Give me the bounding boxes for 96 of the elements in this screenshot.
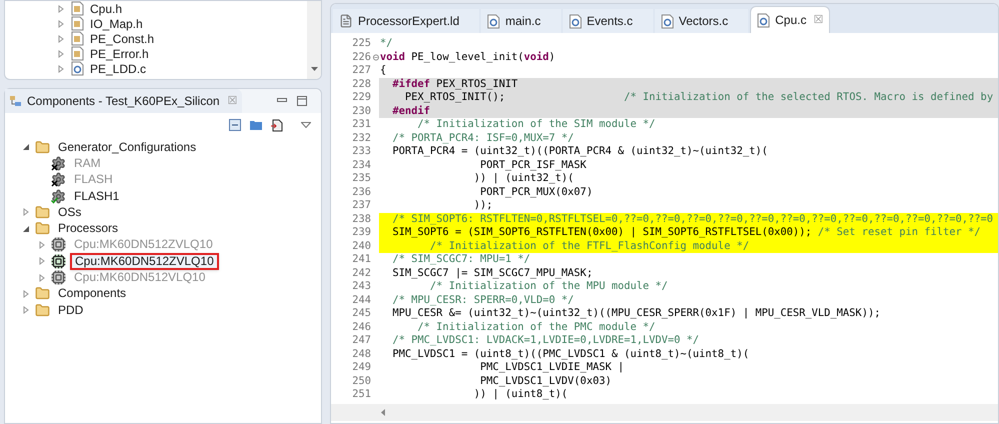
minimize-icon[interactable] bbox=[277, 98, 287, 104]
editor-tab[interactable]: main.c bbox=[481, 9, 561, 33]
collapse-arrow-icon[interactable] bbox=[22, 143, 30, 152]
components-icon bbox=[9, 95, 23, 107]
file-item[interactable]: IO_Map.h bbox=[90, 14, 143, 32]
file-item[interactable]: PE_Const.h bbox=[90, 30, 154, 48]
code-line: /* MPU_CESR: SPERR=0,VLD=0 */ bbox=[392, 294, 575, 307]
code-line: MPU_CESR &= (uint32_t)~(uint32_t)((MPU_CESR_SPERR(0x1F) | MPU_CESR_VLD_MASK)); bbox=[392, 307, 882, 320]
scroll-down-icon[interactable] bbox=[310, 67, 318, 71]
line-number: 236 bbox=[351, 186, 372, 199]
source-file-icon bbox=[487, 14, 500, 28]
line-number: 239 bbox=[351, 226, 372, 240]
line-number: 229 bbox=[351, 91, 372, 104]
line-number: 232 bbox=[351, 132, 372, 145]
editor-tab[interactable]: Vectors.c bbox=[654, 9, 748, 33]
tree-item[interactable]: OSs bbox=[54, 204, 86, 221]
collapse-all-icon[interactable] bbox=[229, 119, 241, 131]
code-line: /* Initialization of the MPU module */ bbox=[429, 280, 669, 294]
line-number: 249 bbox=[351, 361, 372, 374]
tree-item[interactable]: Components bbox=[54, 285, 130, 302]
collapse-arrow-icon[interactable] bbox=[22, 224, 30, 233]
header-file-icon bbox=[71, 31, 84, 46]
code-line: PORT_PCR_MUX(0x07) bbox=[479, 186, 594, 199]
line-number: 234 bbox=[351, 158, 372, 172]
header-file-icon bbox=[71, 16, 84, 31]
tree-item[interactable]: FLASH1 bbox=[70, 188, 124, 205]
code-line: PMC_LVDSC1 = (uint8_t)((PMC_LVDSC1 & (uint8_t)~(uint8_t)( bbox=[392, 348, 750, 361]
line-number: 228 bbox=[351, 78, 372, 91]
source-file-icon bbox=[71, 61, 84, 76]
line-number: 246 bbox=[351, 320, 372, 334]
folder-icon bbox=[35, 286, 50, 302]
code-line: */ bbox=[379, 37, 394, 50]
folder-icon bbox=[35, 221, 50, 236]
code-line: PMC_LVDSC1_LVDV(0x03) bbox=[479, 374, 612, 388]
scroll-left-icon[interactable] bbox=[381, 409, 385, 416]
code-line: PORTA_PCR4 = (uint32_t)((PORTA_PCR4 & (uint32_t)~(uint32_t)( bbox=[392, 145, 769, 158]
code-line: PMC_LVDSC1_LVDIE_MASK | bbox=[479, 361, 625, 374]
code-line: )) | (uint8_t)( bbox=[472, 388, 569, 402]
editor-tab[interactable]: ProcessorExpert.ld bbox=[333, 9, 480, 33]
document-icon[interactable] bbox=[271, 118, 283, 132]
folder-icon[interactable] bbox=[249, 119, 263, 131]
view-menu-icon[interactable] bbox=[301, 122, 311, 128]
line-number: 250 bbox=[351, 374, 372, 388]
code-line: { bbox=[379, 64, 388, 78]
panel-title: Components - Test_K60PEx_Silicon bbox=[27, 93, 220, 110]
code-line: )) | (uint32_t)( bbox=[472, 172, 575, 186]
text-file-icon bbox=[339, 14, 353, 28]
maximize-icon[interactable] bbox=[297, 96, 307, 106]
horizontal-scrollbar[interactable] bbox=[331, 404, 998, 421]
line-number: 244 bbox=[351, 294, 372, 307]
editor-tab[interactable]: Events.c bbox=[562, 9, 653, 33]
line-number: 247 bbox=[351, 334, 372, 348]
line-number: 248 bbox=[351, 348, 372, 361]
code-line: /* Initialization of the SIM module */ bbox=[416, 118, 656, 132]
file-item[interactable]: PE_Error.h bbox=[90, 44, 149, 62]
folder-icon bbox=[35, 302, 50, 318]
file-item[interactable]: Cpu.h bbox=[90, 1, 122, 18]
line-number: 242 bbox=[351, 266, 372, 280]
fold-icon[interactable] bbox=[373, 54, 379, 61]
line-number: 233 bbox=[351, 145, 372, 158]
folder-icon bbox=[35, 140, 50, 155]
line-number: 235 bbox=[351, 172, 372, 186]
header-file-icon bbox=[71, 46, 84, 61]
editor-tab[interactable]: Cpu.c ☒ bbox=[750, 6, 830, 33]
source-file-icon bbox=[568, 14, 582, 28]
expand-arrow-icon[interactable] bbox=[22, 208, 30, 216]
file-item[interactable]: PE_LDD.c bbox=[90, 60, 146, 78]
code-line: /* PORTA_PCR4: ISF=0,MUX=7 */ bbox=[392, 132, 575, 145]
code-line: /* SIM_SCGC7: MPU=1 */ bbox=[392, 253, 532, 266]
tree-item[interactable]: Processors bbox=[54, 220, 122, 238]
line-number: 241 bbox=[351, 253, 372, 266]
code-line: void PE_low_level_init(void) bbox=[379, 50, 556, 64]
line-number: 243 bbox=[351, 280, 372, 294]
tree-item[interactable]: PDD bbox=[54, 302, 88, 319]
line-number: 230 bbox=[351, 104, 372, 118]
tree-item[interactable]: Cpu:MK60DN512ZVLQ10 bbox=[70, 252, 219, 270]
code-line: )); bbox=[472, 199, 494, 212]
code-line: /* Initialization of the PMC module */ bbox=[416, 320, 656, 334]
line-number: 231 bbox=[351, 118, 372, 132]
source-file-icon bbox=[757, 12, 770, 28]
line-number: 251 bbox=[351, 388, 372, 402]
line-number: 245 bbox=[351, 307, 372, 320]
line-number: 225 bbox=[351, 37, 372, 50]
source-file-icon bbox=[660, 14, 674, 28]
panel-tab[interactable]: Components - Test_K60PEx_Silicon ☒ bbox=[5, 89, 242, 113]
line-number: 238 bbox=[351, 212, 372, 226]
folder-icon bbox=[35, 204, 50, 220]
vertical-scrollbar[interactable] bbox=[307, 1, 321, 79]
code-line: SIM_SCGC7 |= SIM_SCGC7_MPU_MASK; bbox=[392, 266, 594, 280]
line-number: 240 bbox=[351, 240, 372, 253]
line-number: 237 bbox=[351, 199, 372, 212]
code-line: /* PMC_LVDSC1: LVDACK=1,LVDIE=0,LVDRE=1,LVDV=0 */ bbox=[392, 334, 700, 348]
line-number: 226 bbox=[351, 50, 372, 64]
code-line: PORT_PCR_ISF_MASK bbox=[479, 158, 588, 172]
line-number: 227 bbox=[351, 64, 372, 78]
tree-item[interactable]: Generator_Configurations bbox=[54, 138, 200, 156]
